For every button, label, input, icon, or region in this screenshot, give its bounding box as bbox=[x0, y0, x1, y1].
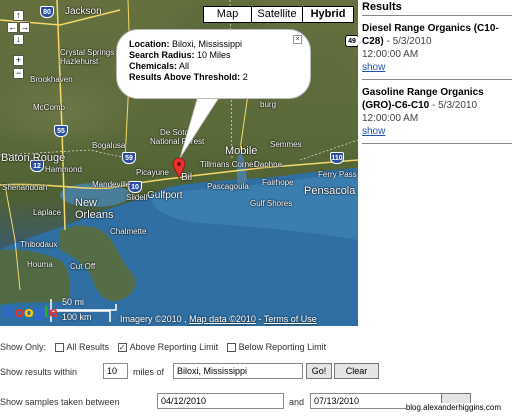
taken-between-label: Show samples taken between bbox=[0, 397, 120, 407]
go-button[interactable]: Go! bbox=[306, 363, 332, 379]
google-logo-letter: o bbox=[24, 305, 34, 321]
close-icon[interactable]: × bbox=[293, 35, 302, 44]
iw-above-label: Results Above Threshold: bbox=[129, 72, 241, 82]
divider bbox=[362, 143, 512, 144]
result-date: - 5/3/2010 bbox=[383, 36, 432, 47]
map-data-link[interactable]: Map data ©2010 bbox=[189, 314, 256, 324]
result-time: 12:00:00 AM bbox=[362, 113, 419, 124]
iw-chemicals-label: Chemicals: bbox=[129, 61, 178, 71]
google-logo[interactable]: Google bbox=[3, 305, 58, 321]
result-time: 12:00:00 AM bbox=[362, 49, 419, 60]
miles-of-label: miles of bbox=[133, 367, 165, 377]
google-logo-letter: G bbox=[3, 305, 15, 321]
footer-url: blog.alexanderhiggins.com bbox=[405, 403, 501, 412]
iw-location-value: Biloxi, Mississippi bbox=[172, 39, 243, 49]
show-only-row: Show Only: All Results ✓ Above Reporting … bbox=[0, 342, 327, 353]
copyright-separator: - bbox=[255, 314, 264, 324]
google-logo-letter: o bbox=[14, 305, 25, 321]
terms-of-use-link[interactable]: Terms of Use bbox=[264, 314, 317, 324]
iw-radius-value: 10 Miles bbox=[197, 50, 231, 60]
map-marker-icon[interactable] bbox=[172, 157, 186, 179]
below-limit-checkbox[interactable] bbox=[226, 343, 236, 353]
within-label: Show results within bbox=[0, 367, 78, 377]
clear-button[interactable]: Clear bbox=[334, 363, 379, 379]
scale-km: 100 km bbox=[62, 312, 92, 322]
all-results-checkbox[interactable] bbox=[54, 343, 64, 353]
and-label: and bbox=[289, 397, 305, 407]
result-show-link[interactable]: show bbox=[362, 62, 385, 73]
all-results-label: All Results bbox=[66, 342, 110, 352]
iw-above-value: 2 bbox=[242, 72, 248, 82]
below-limit-label: Below Reporting Limit bbox=[238, 342, 327, 352]
result-item: Gasoline Range Organics (GRO)-C6-C10 - 5… bbox=[362, 80, 512, 143]
above-limit-label: Above Reporting Limit bbox=[129, 342, 219, 352]
scale-mi: 50 mi bbox=[62, 297, 85, 307]
location-input[interactable]: Biloxi, Mississippi bbox=[173, 363, 303, 379]
result-show-link[interactable]: show bbox=[362, 126, 385, 137]
result-item: Diesel Range Organics (C10-C28) - 5/3/20… bbox=[362, 16, 512, 79]
results-title: Results bbox=[362, 1, 402, 13]
iw-radius-label: Search Radius: bbox=[129, 50, 195, 60]
within-miles-input[interactable]: 10 bbox=[103, 363, 128, 379]
google-logo-letter: g bbox=[33, 305, 44, 321]
infowindow: × Location: Biloxi, Mississippi Search R… bbox=[116, 29, 311, 99]
iw-location-label: Location: bbox=[129, 39, 170, 49]
show-only-label: Show Only: bbox=[0, 342, 47, 352]
google-logo-letter: e bbox=[48, 305, 59, 321]
result-date: - 5/3/2010 bbox=[429, 100, 478, 111]
copyright-imagery: Imagery ©2010 , bbox=[120, 314, 190, 324]
map-view[interactable]: Map Satellite Hybrid ↑ ← → ↓ + − 80 55 5… bbox=[0, 0, 358, 326]
map-copyright: Imagery ©2010 , Map data ©2010 - Terms o… bbox=[120, 314, 317, 324]
results-panel: Results Diesel Range Organics (C10-C28) … bbox=[362, 0, 512, 144]
start-date-input[interactable]: 04/12/2010 bbox=[157, 393, 284, 409]
above-limit-checkbox[interactable]: ✓ bbox=[117, 343, 127, 353]
iw-chemicals-value: All bbox=[179, 61, 190, 71]
